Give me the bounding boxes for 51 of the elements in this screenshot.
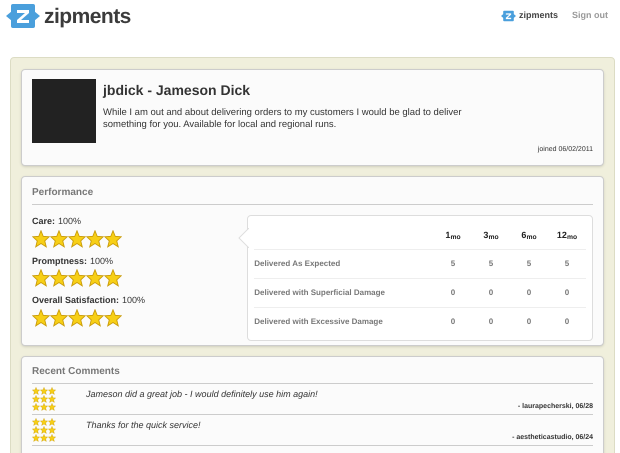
rating-value: 100% [90, 254, 114, 268]
row-label: Delivered with Superficial Damage [254, 278, 434, 307]
star-icon [32, 308, 50, 326]
star-icon [104, 230, 122, 248]
rating-label: Overall Satisfaction: [32, 294, 120, 307]
column-header: 1$_{mo}$ [434, 216, 472, 249]
rating-value: 100% [58, 215, 82, 228]
photo-placeholder [32, 79, 96, 143]
column-header: 3$_{mo}$ [472, 216, 510, 249]
comment-text: Jameson did a great job - I would definitely use him again! [86, 389, 319, 400]
table-cell: 0 [472, 278, 510, 307]
star-icon [50, 230, 68, 248]
logo-icon [6, 3, 40, 29]
star-icon [32, 269, 50, 287]
rating-label: Promptness: [32, 254, 88, 268]
table-cell: 0 [548, 278, 586, 307]
star-icon [68, 230, 86, 248]
star-icon [86, 269, 104, 287]
star-icon [104, 308, 122, 326]
table-cell: 0 [434, 278, 472, 307]
home-link[interactable]: zipments [518, 9, 558, 23]
star-icon [86, 230, 104, 248]
row-label: Delivered As Expected [254, 249, 434, 278]
star-icon [50, 269, 68, 287]
star-icon [68, 308, 86, 326]
star-icon [104, 269, 122, 287]
rating-value: 100% [122, 294, 146, 307]
table-cell: 0 [434, 307, 472, 336]
table-cell: 0 [548, 307, 586, 336]
table-cell: 0 [510, 278, 548, 307]
star-icon [32, 230, 50, 248]
profile-bio: While I am out and about delivering orders to my customers I would be glad to deliver something for you. Available for local and regional runs. [103, 107, 463, 131]
table-cell: 0 [472, 307, 510, 336]
comment-text: Thanks for the quick service! [86, 420, 202, 431]
logo-text: zipments [44, 6, 131, 26]
table-cell: 5 [472, 249, 510, 278]
star-icon [50, 308, 68, 326]
row-label: Delivered with Excessive Damage [254, 307, 434, 336]
section-title: Recent Comments [32, 364, 593, 384]
table-cell: 5 [548, 249, 586, 278]
section-title: Performance [32, 185, 593, 205]
table-cell: 0 [510, 307, 548, 336]
column-header: 6$_{mo}$ [510, 216, 548, 249]
logo-icon [500, 10, 516, 22]
table-cell: 5 [510, 249, 548, 278]
rating-label: Care: [32, 215, 56, 228]
column-header: 12$_{mo}$ [548, 216, 586, 249]
star-icon [68, 269, 86, 287]
profile-name: jbdick - Jameson Dick [103, 81, 252, 100]
star-icon [86, 308, 104, 326]
table-cell: 5 [434, 249, 472, 278]
